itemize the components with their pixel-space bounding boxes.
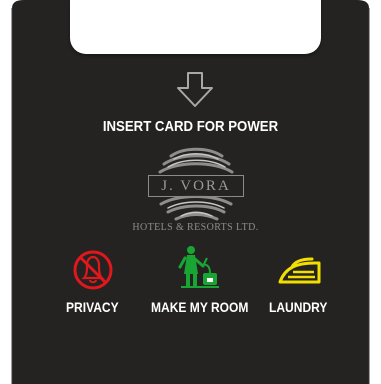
hotel-company-name: HOTELS & RESORTS LTD. [132,222,259,233]
privacy-label: PRIVACY [66,299,119,315]
hotel-card-power-panel: INSERT CARD FOR POWER J. VORA HOTELS & R… [0,0,381,384]
make-my-room-label: MAKE MY ROOM [151,299,249,315]
card-slot[interactable] [70,0,321,54]
laundry-label: LAUNDRY [269,299,328,315]
insert-card-instruction: INSERT CARD FOR POWER [102,118,279,135]
do-not-disturb-bell-icon[interactable] [71,250,115,290]
housekeeping-vacuum-icon[interactable] [174,245,220,289]
hotel-brand-name: J. VORA [148,175,244,197]
down-arrow-icon [177,72,213,107]
iron-icon[interactable] [276,255,322,285]
